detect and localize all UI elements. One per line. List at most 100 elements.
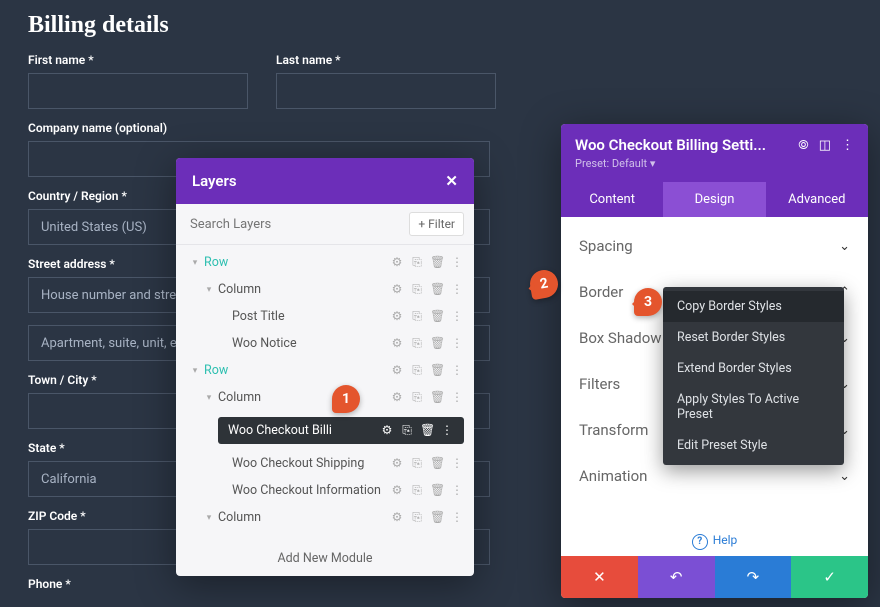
- section-spacing[interactable]: Spacing ⌄: [573, 223, 856, 269]
- more-icon[interactable]: ⋮: [450, 336, 464, 351]
- filter-button[interactable]: + Filter: [409, 212, 464, 236]
- undo-button[interactable]: ↶: [638, 556, 715, 598]
- context-item[interactable]: Extend Border Styles: [663, 353, 844, 384]
- trash-icon[interactable]: 🗑: [430, 456, 444, 471]
- last-name-input[interactable]: [276, 73, 496, 109]
- trash-icon[interactable]: 🗑: [430, 309, 444, 324]
- trash-icon[interactable]: 🗑: [430, 282, 444, 297]
- layer-label: Column: [218, 390, 390, 405]
- layer-item[interactable]: Post Title⚙ ⎘ 🗑 ⋮: [176, 303, 474, 330]
- duplicate-icon[interactable]: ⎘: [410, 282, 424, 297]
- layer-item[interactable]: Woo Checkout Billi⚙ ⎘ 🗑 ⋮: [176, 411, 474, 450]
- layers-panel: Layers ✕ + Filter ▾Row⚙⎘🗑⋮▾Column⚙⎘🗑⋮Pos…: [176, 158, 474, 576]
- more-icon[interactable]: ⋮: [450, 282, 464, 297]
- chevron-icon[interactable]: ▾: [190, 366, 200, 376]
- layer-label: Woo Checkout Information: [232, 483, 390, 498]
- more-icon[interactable]: ⋮: [450, 390, 464, 405]
- layer-label: Woo Checkout Shipping: [232, 456, 390, 471]
- layers-title: Layers: [192, 172, 237, 190]
- layer-item[interactable]: ▾ Column⚙ ⎘ 🗑 ⋮: [176, 504, 474, 531]
- section-label: Box Shadow: [579, 329, 662, 347]
- settings-tabs: ContentDesignAdvanced: [561, 182, 868, 217]
- trash-icon[interactable]: 🗑: [430, 510, 444, 525]
- chevron-icon[interactable]: ▾: [204, 513, 214, 523]
- section-label: Animation: [579, 467, 647, 485]
- expand-icon[interactable]: ◫: [819, 138, 831, 153]
- context-item[interactable]: Copy Border Styles: [663, 291, 844, 322]
- more-icon[interactable]: ⋮: [450, 510, 464, 525]
- tab-content[interactable]: Content: [561, 182, 663, 217]
- trash-icon[interactable]: 🗑: [430, 255, 444, 270]
- duplicate-icon[interactable]: ⎘: [410, 363, 424, 378]
- save-button[interactable]: ✓: [791, 556, 868, 598]
- more-icon[interactable]: ⋮: [450, 483, 464, 498]
- layer-item[interactable]: ▾Row⚙⎘🗑⋮: [176, 357, 474, 384]
- chevron-icon[interactable]: ▾: [204, 393, 214, 403]
- duplicate-icon[interactable]: ⎘: [410, 390, 424, 405]
- layer-item[interactable]: ▾ Row⚙ ⎘ 🗑 ⋮: [176, 249, 474, 276]
- layer-label: Woo Notice: [232, 336, 390, 351]
- gear-icon[interactable]: ⚙: [390, 456, 404, 471]
- trash-icon[interactable]: 🗑: [430, 336, 444, 351]
- duplicate-icon[interactable]: ⎘: [410, 255, 424, 270]
- duplicate-icon[interactable]: ⎘: [410, 309, 424, 324]
- gear-icon[interactable]: ⚙: [390, 390, 404, 405]
- layer-item[interactable]: Woo Notice⚙ ⎘ 🗑 ⋮: [176, 330, 474, 357]
- gear-icon[interactable]: ⚙: [390, 336, 404, 351]
- gear-icon[interactable]: ⚙: [390, 510, 404, 525]
- cancel-button[interactable]: ✕: [561, 556, 638, 598]
- help-link[interactable]: Help: [561, 527, 868, 556]
- layer-label: Post Title: [232, 309, 390, 324]
- more-icon[interactable]: ⋮: [450, 363, 464, 378]
- gear-icon[interactable]: ⚙: [380, 423, 394, 438]
- close-icon[interactable]: ✕: [445, 172, 458, 190]
- context-item[interactable]: Apply Styles To Active Preset: [663, 384, 844, 430]
- duplicate-icon[interactable]: ⎘: [410, 456, 424, 471]
- chevron-down-icon: ⌄: [839, 239, 850, 254]
- duplicate-icon[interactable]: ⎘: [410, 336, 424, 351]
- trash-icon[interactable]: 🗑: [430, 390, 444, 405]
- tab-advanced[interactable]: Advanced: [766, 182, 868, 217]
- section-label: Spacing: [579, 237, 633, 255]
- gear-icon[interactable]: ⚙: [390, 309, 404, 324]
- layer-item[interactable]: ▾ Column⚙ ⎘ 🗑 ⋮: [176, 384, 474, 411]
- more-icon[interactable]: ⋮: [450, 456, 464, 471]
- context-item[interactable]: Edit Preset Style: [663, 430, 844, 461]
- more-icon[interactable]: ⋮: [440, 423, 454, 438]
- layers-search-input[interactable]: [186, 213, 409, 236]
- layer-label: Woo Checkout Billi: [228, 423, 380, 438]
- trash-icon[interactable]: 🗑: [430, 483, 444, 498]
- more-icon[interactable]: ⋮: [841, 138, 854, 153]
- focus-icon[interactable]: ⦾: [798, 138, 808, 153]
- layer-label: Row: [204, 255, 390, 270]
- tab-design[interactable]: Design: [663, 182, 765, 217]
- preset-label[interactable]: Preset: Default ▾: [575, 157, 854, 170]
- chevron-icon[interactable]: ▾: [190, 258, 200, 268]
- layers-tree: ▾Row⚙⎘🗑⋮▾Column⚙⎘🗑⋮Post Title⚙⎘🗑⋮Woo Not…: [176, 245, 474, 541]
- gear-icon[interactable]: ⚙: [390, 483, 404, 498]
- more-icon[interactable]: ⋮: [450, 255, 464, 270]
- gear-icon[interactable]: ⚙: [390, 282, 404, 297]
- trash-icon[interactable]: 🗑: [430, 363, 444, 378]
- layer-label: Column: [218, 510, 390, 525]
- gear-icon[interactable]: ⚙: [390, 255, 404, 270]
- layer-item[interactable]: Woo Checkout Information⚙ ⎘ 🗑 ⋮: [176, 477, 474, 504]
- more-icon[interactable]: ⋮: [450, 309, 464, 324]
- duplicate-icon[interactable]: ⎘: [410, 483, 424, 498]
- page-title: Billing details: [28, 12, 852, 39]
- first-name-label: First name *: [28, 53, 248, 67]
- layer-item[interactable]: ▾Column⚙⎘🗑⋮: [176, 276, 474, 303]
- chevron-icon[interactable]: ▾: [204, 285, 214, 295]
- first-name-input[interactable]: [28, 73, 248, 109]
- section-label: Filters: [579, 375, 620, 393]
- settings-title: Woo Checkout Billing Setti...: [575, 136, 788, 154]
- add-new-module[interactable]: Add New Module: [176, 541, 474, 576]
- gear-icon[interactable]: ⚙: [390, 363, 404, 378]
- trash-icon[interactable]: 🗑: [420, 423, 434, 438]
- context-item[interactable]: Reset Border Styles: [663, 322, 844, 353]
- duplicate-icon[interactable]: ⎘: [410, 510, 424, 525]
- redo-button[interactable]: ↷: [715, 556, 792, 598]
- duplicate-icon[interactable]: ⎘: [400, 423, 414, 438]
- last-name-label: Last name *: [276, 53, 496, 67]
- layer-item[interactable]: Woo Checkout Shipping⚙ ⎘ 🗑 ⋮: [176, 450, 474, 477]
